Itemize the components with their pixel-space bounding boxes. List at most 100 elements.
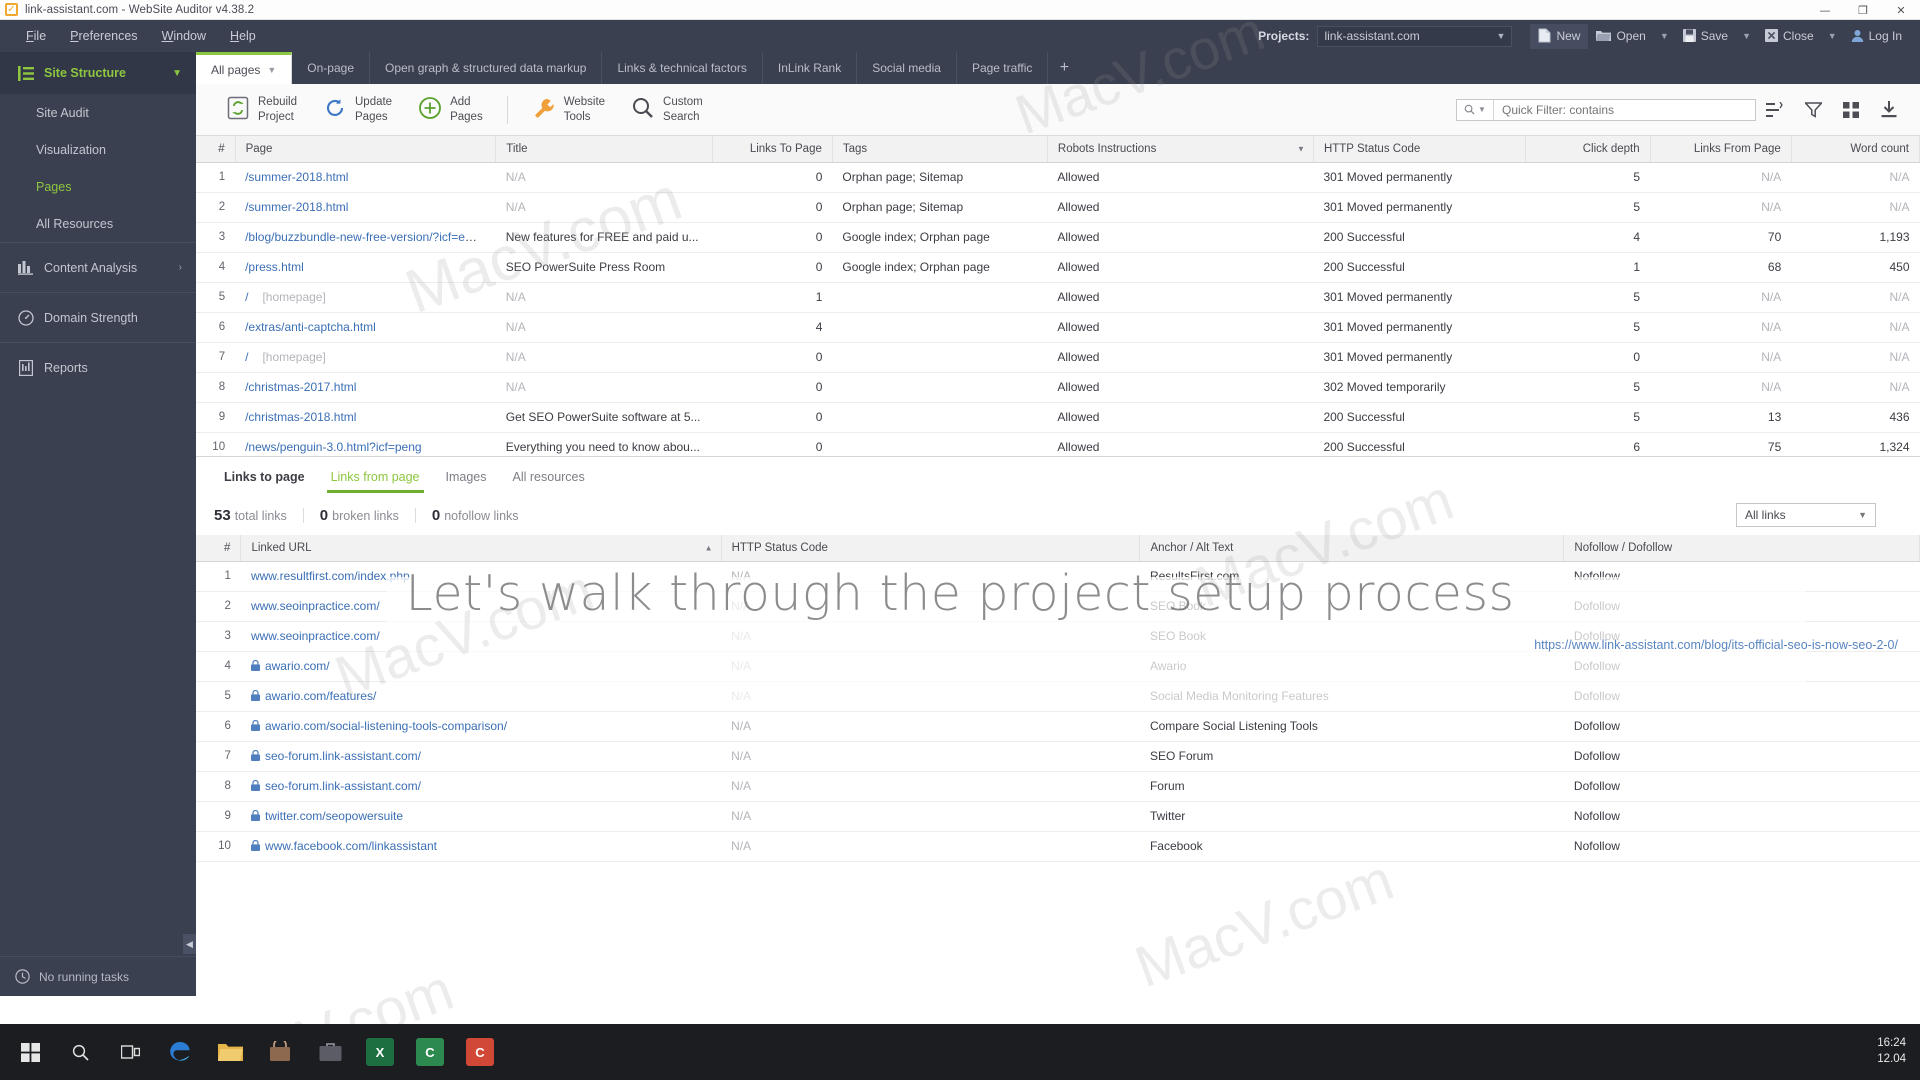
linked-url-link[interactable]: www.seoinpractice.com/ (251, 599, 380, 613)
cell-linked-url[interactable]: www.seoinpractice.com/ (240, 621, 722, 652)
bottom-tab-links-from-page[interactable]: Links from page (321, 460, 430, 493)
open-dropdown-caret[interactable]: ▼ (1654, 28, 1675, 44)
col-links-to-page[interactable]: Links To Page (712, 136, 833, 163)
col-robots-instructions[interactable]: Robots Instructions ▼ (1047, 136, 1314, 163)
menu-file[interactable]: File (14, 25, 58, 47)
table-row[interactable]: 8/christmas-2017.html N/A 0 Allowed 302 Move… (196, 372, 1920, 403)
sidebar-item-reports[interactable]: Reports (0, 342, 196, 392)
col-click-depth[interactable]: Click depth (1525, 136, 1651, 163)
rebuild-project-button[interactable]: Rebuild Project (214, 91, 309, 128)
tab-page-traffic[interactable]: Page traffic (957, 52, 1049, 84)
cell-page[interactable]: /christmas-2017.html (235, 372, 496, 403)
search-input[interactable] (1494, 102, 1755, 117)
table-row[interactable]: 9 twitter.com/seopowersuite N/A Twitter Nofo… (196, 801, 1920, 832)
cell-page[interactable]: / [homepage] (235, 282, 496, 313)
linked-url-link[interactable]: www.facebook.com/linkassistant (265, 839, 437, 853)
cell-page[interactable]: /news/penguin-3.0.html?icf=peng (235, 432, 496, 456)
sidebar-item-content-analysis[interactable]: Content Analysis › (0, 242, 196, 292)
table-row[interactable]: 6 awario.com/social-listening-tools-compa… (196, 711, 1920, 742)
edge-icon[interactable] (158, 1030, 202, 1074)
grid-view-icon[interactable] (1832, 95, 1870, 125)
tab-social-media[interactable]: Social media (857, 52, 957, 84)
sidebar-item-pages[interactable]: Pages (0, 168, 196, 205)
page-link[interactable]: / (245, 290, 248, 304)
sidebar-item-domain-strength[interactable]: Domain Strength (0, 292, 196, 342)
table-row[interactable]: 8 seo-forum.link-assistant.com/N/A Forum Do… (196, 771, 1920, 802)
close-dropdown-caret[interactable]: ▼ (1822, 28, 1843, 44)
table-row[interactable]: 7 seo-forum.link-assistant.com/N/A SEO For… (196, 741, 1920, 772)
taskbar-clock[interactable]: 16:24 12.04 (1877, 1036, 1920, 1067)
bottom-tab-images[interactable]: Images (436, 460, 497, 493)
camtasia-icon[interactable]: C (458, 1030, 502, 1074)
col-nofollow-dofollow[interactable]: Nofollow / Dofollow (1563, 535, 1920, 562)
close-project-button[interactable]: Close (1757, 24, 1822, 49)
page-link[interactable]: /extras/anti-captcha.html (245, 320, 376, 334)
pages-table-container[interactable]: # Page Title Links To Page Tags Robots I… (196, 136, 1920, 456)
table-row[interactable]: 9/christmas-2018.html Get SEO PowerSuite … (196, 402, 1920, 433)
col-index[interactable]: # (196, 136, 236, 163)
linked-url-link[interactable]: www.resultfirst.com/index.php (251, 569, 410, 583)
tab-links-technical[interactable]: Links & technical factors (602, 52, 763, 84)
sidebar-group-site-structure[interactable]: Site Structure ▼ (0, 52, 196, 94)
page-link[interactable]: /blog/buzzbundle-new-free-version/?icf=e… (245, 230, 487, 244)
login-button[interactable]: Log In (1843, 24, 1910, 49)
cell-linked-url[interactable]: www.seoinpractice.com/ (240, 591, 722, 622)
page-link[interactable]: /news/penguin-3.0.html?icf=peng (245, 440, 421, 454)
table-row[interactable]: 3/blog/buzzbundle-new-free-version/?icf=… (196, 222, 1920, 253)
taskbar-search-icon[interactable] (58, 1030, 102, 1074)
table-row[interactable]: 1/summer-2018.html N/A 0 Orphan page; Sitem… (196, 162, 1920, 193)
page-link[interactable]: /summer-2018.html (245, 200, 348, 214)
chevron-down-icon[interactable]: ▼ (267, 65, 276, 75)
table-row[interactable]: 10/news/penguin-3.0.html?icf=peng Everyth… (196, 432, 1920, 456)
cell-linked-url[interactable]: seo-forum.link-assistant.com/ (240, 771, 722, 802)
linked-url-link[interactable]: www.seoinpractice.com/ (251, 629, 380, 643)
links-filter-select[interactable]: All links ▼ (1736, 503, 1876, 527)
cell-page[interactable]: / [homepage] (235, 342, 496, 373)
close-icon[interactable]: ✕ (1882, 0, 1920, 20)
download-icon[interactable] (1870, 95, 1908, 125)
excel-icon[interactable]: X (358, 1030, 402, 1074)
new-project-button[interactable]: New (1530, 23, 1589, 49)
briefcase-icon[interactable] (308, 1030, 352, 1074)
project-select[interactable]: link-assistant.com ▼ (1317, 25, 1513, 47)
table-row[interactable]: 6/extras/anti-captcha.html N/A 4 Allowed 301… (196, 312, 1920, 343)
table-row[interactable]: 2/summer-2018.html N/A 0 Orphan page; Sitem… (196, 192, 1920, 223)
cell-page[interactable]: /summer-2018.html (235, 162, 496, 193)
cell-linked-url[interactable]: seo-forum.link-assistant.com/ (240, 741, 722, 772)
col-anchor-alt-text[interactable]: Anchor / Alt Text (1139, 535, 1565, 562)
menu-preferences[interactable]: Preferences (58, 25, 149, 47)
page-link[interactable]: /press.html (245, 260, 304, 274)
page-link[interactable]: /christmas-2017.html (245, 380, 356, 394)
cell-page[interactable]: /extras/anti-captcha.html (235, 312, 496, 343)
linked-url-link[interactable]: twitter.com/seopowersuite (265, 809, 403, 823)
page-link[interactable]: / (245, 350, 248, 364)
linked-url-link[interactable]: seo-forum.link-assistant.com/ (265, 779, 421, 793)
cell-linked-url[interactable]: twitter.com/seopowersuite (240, 801, 722, 832)
col-http-status-code[interactable]: HTTP Status Code (721, 535, 1141, 562)
page-link[interactable]: /summer-2018.html (245, 170, 348, 184)
cell-page[interactable]: /christmas-2018.html (235, 402, 496, 433)
bottom-tab-all-resources[interactable]: All resources (503, 460, 595, 493)
menu-window[interactable]: Window (150, 25, 218, 47)
sidebar-item-all-resources[interactable]: All Resources (0, 205, 196, 242)
save-dropdown-caret[interactable]: ▼ (1736, 28, 1757, 44)
cell-page[interactable]: /blog/buzzbundle-new-free-version/?icf=e… (235, 222, 496, 253)
minimize-button[interactable]: — (1806, 0, 1844, 20)
quick-filter[interactable]: ▼ (1456, 98, 1756, 121)
cell-linked-url[interactable]: awario.com/ (240, 651, 722, 682)
open-project-button[interactable]: Open (1588, 24, 1653, 49)
table-row[interactable]: 10 www.facebook.com/linkassistant N/A Faceb… (196, 831, 1920, 862)
save-project-button[interactable]: Save (1675, 24, 1736, 49)
table-row[interactable]: 7/[homepage] N/A 0 Allowed 301 Moved permane… (196, 342, 1920, 373)
search-icon[interactable]: ▼ (1457, 99, 1494, 120)
table-row[interactable]: 5/[homepage] N/A 1 Allowed 301 Moved permane… (196, 282, 1920, 313)
add-tab-button[interactable]: + (1048, 52, 1080, 84)
maximize-button[interactable]: ❐ (1844, 0, 1882, 20)
cell-page[interactable]: /summer-2018.html (235, 192, 496, 223)
col-links-from-page[interactable]: Links From Page (1650, 136, 1792, 163)
col-tags[interactable]: Tags (832, 136, 1048, 163)
window-controls[interactable]: — ❐ ✕ (1806, 0, 1920, 20)
page-link[interactable]: /christmas-2018.html (245, 410, 356, 424)
funnel-filter-icon[interactable] (1794, 95, 1832, 125)
cell-page[interactable]: /press.html (235, 252, 496, 283)
